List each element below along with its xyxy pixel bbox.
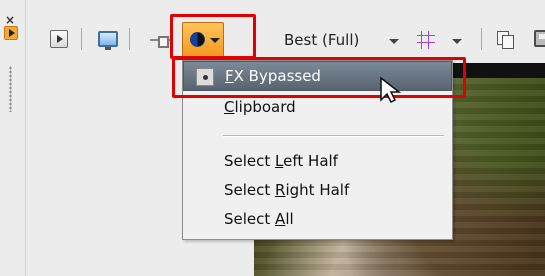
toolbar-separator [81, 28, 82, 50]
app-window: × Best (Full) FX Bypassed Clipboard Sele… [0, 0, 545, 276]
menu-item-select-right-half[interactable]: Select Right Half [183, 175, 452, 205]
save-icon[interactable] [534, 30, 545, 47]
copy-icon[interactable] [496, 30, 514, 49]
chevron-down-icon[interactable] [389, 39, 399, 44]
toolbar: Best (Full) [26, 0, 545, 62]
grid-icon[interactable] [417, 31, 435, 49]
chevron-down-icon [210, 38, 220, 43]
monitor-icon[interactable] [98, 31, 118, 50]
close-icon[interactable]: × [5, 14, 15, 26]
chevron-down-icon[interactable] [452, 39, 462, 44]
mouse-cursor-icon [380, 76, 401, 104]
radio-bullet [196, 68, 214, 86]
select-icon[interactable] [50, 30, 68, 48]
left-rail: × [0, 0, 26, 276]
menu-item-select-all[interactable]: Select All [183, 204, 452, 234]
connector-icon[interactable] [150, 36, 172, 48]
toolbar-separator [481, 28, 482, 50]
play-icon[interactable] [4, 26, 18, 40]
grip-handle[interactable] [9, 66, 12, 112]
menu-item-select-left-half[interactable]: Select Left Half [183, 146, 452, 176]
menu-separator [223, 135, 444, 136]
toolbar-separator [129, 28, 130, 50]
menu-item-clipboard[interactable]: Clipboard [183, 92, 452, 122]
fx-circle-icon [190, 32, 205, 47]
fx-bypass-dropdown-button[interactable] [182, 22, 224, 58]
context-menu: FX Bypassed Clipboard Select Left Half S… [182, 60, 453, 240]
quality-selector-label[interactable]: Best (Full) [284, 31, 359, 49]
menu-mnemonic: F [225, 67, 234, 85]
menu-item-fx-bypassed[interactable]: FX Bypassed [183, 61, 452, 91]
